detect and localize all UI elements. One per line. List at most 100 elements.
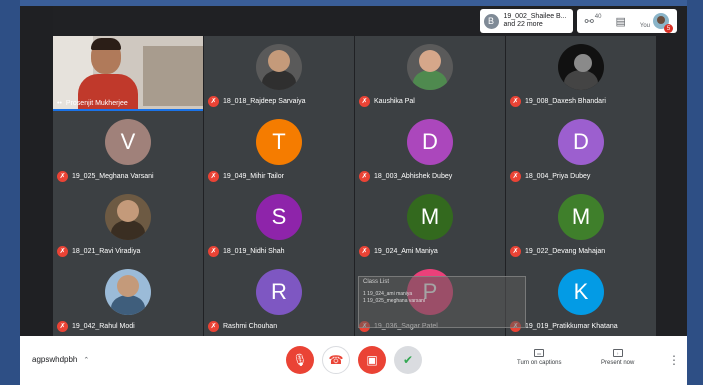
floating-class-list-window[interactable]: Class List 1 19_024_ami maniya 1 19_025_…: [358, 276, 526, 328]
mic-off-icon: ✗: [208, 171, 219, 182]
mic-off-icon: 🎙: [292, 353, 308, 367]
participant-tile[interactable]: T ✗ 19_049_Mihir Tailor: [204, 111, 355, 186]
participant-initial-avatar: R: [256, 269, 302, 315]
meeting-code: agpswhdpbh: [32, 355, 78, 364]
participant-name-row: •• Prosenjit Mukherjee: [57, 100, 128, 107]
camera-toggle-button[interactable]: ▣: [358, 346, 386, 374]
participant-initial-avatar: S: [256, 194, 302, 240]
participant-tile[interactable]: K ✗ 19_019_Pratikkumar Khatana: [506, 261, 657, 336]
photo-body: [111, 220, 145, 240]
photo-body: [111, 295, 145, 315]
participant-name: Prosenjit Mukherjee: [65, 100, 128, 107]
participant-photo: [407, 44, 453, 90]
leave-call-button[interactable]: ☎: [322, 346, 350, 374]
photo-body: [262, 70, 296, 90]
participant-name-row: ✗ 19_025_Meghana Varsani: [57, 171, 154, 182]
participant-name: 19_022_Devang Mahajan: [525, 248, 606, 255]
participant-name-row: ✗ 19_022_Devang Mahajan: [510, 246, 605, 257]
screen-left-edge: [20, 6, 53, 336]
participant-photo: [558, 44, 604, 90]
participant-tile[interactable]: ✗ 19_008_Daxesh Bhandari: [506, 36, 657, 111]
window-frame-left: [0, 0, 20, 385]
mic-off-icon: ✗: [208, 246, 219, 257]
participant-name: 19_049_Mihir Tailor: [223, 173, 284, 180]
participant-tile[interactable]: D ✗ 18_004_Priya Dubey: [506, 111, 657, 186]
people-button[interactable]: ⚯ 40: [584, 14, 602, 28]
photo-body: [564, 70, 598, 90]
mic-off-icon: ✗: [57, 321, 68, 332]
participant-name-row: ✗ Rashmi Chouhan: [208, 321, 277, 332]
mic-off-icon: ✗: [510, 246, 521, 257]
participant-tile[interactable]: R ✗ Rashmi Chouhan: [204, 261, 355, 336]
meeting-details[interactable]: agpswhdpbh ⌃: [32, 355, 89, 364]
mic-off-icon: ✗: [359, 246, 370, 257]
participant-tile[interactable]: M ✗ 19_024_Ami Maniya: [355, 186, 506, 261]
mic-toggle-button[interactable]: 🎙: [286, 346, 314, 374]
present-button[interactable]: ↑ Present now: [601, 349, 634, 366]
mic-off-icon: ✗: [510, 171, 521, 182]
participant-tile[interactable]: V ✗ 19_025_Meghana Varsani: [53, 111, 204, 186]
people-icon: ⚯: [584, 15, 594, 28]
top-bar: B 19_002_Shailee B... and 22 more ⚯ 40 ▤…: [479, 9, 677, 33]
participant-name: 19_042_Rahul Modi: [72, 323, 135, 330]
participant-name: 19_008_Daxesh Bhandari: [525, 98, 606, 105]
participant-tile[interactable]: ✗ 19_042_Rahul Modi: [53, 261, 204, 336]
participant-initial-avatar: M: [558, 194, 604, 240]
present-icon: ↑: [612, 349, 623, 357]
photo-head: [117, 275, 139, 297]
participant-name-row: ✗ 18_003_Abhishek Dubey: [359, 171, 452, 182]
participant-name: Kaushika Pal: [374, 98, 415, 105]
participant-tile[interactable]: ✗ Kaushika Pal: [355, 36, 506, 111]
participants-count: 40: [594, 14, 602, 20]
participant-tile[interactable]: ✗ 18_021_Ravi Viradiya: [53, 186, 204, 261]
participant-name-row: ✗ Kaushika Pal: [359, 96, 415, 107]
pin-icon: ••: [57, 100, 62, 107]
overlay-line: 1 19_024_ami maniya: [363, 291, 413, 297]
more-options-icon[interactable]: ⋮: [668, 353, 680, 367]
participant-name: 19_025_Meghana Varsani: [72, 173, 154, 180]
participant-tile[interactable]: M ✗ 19_022_Devang Mahajan: [506, 186, 657, 261]
participant-name: 18_018_Rajdeep Sarvaiya: [223, 98, 306, 105]
participant-name-row: ✗ 18_021_Ravi Viradiya: [57, 246, 140, 257]
participant-tile[interactable]: •• Prosenjit Mukherjee: [53, 36, 204, 111]
window-frame-right: [687, 0, 703, 385]
participant-name-row: ✗ 19_042_Rahul Modi: [57, 321, 135, 332]
participant-name: 19_024_Ami Maniya: [374, 248, 438, 255]
raise-hand-button[interactable]: ✔: [394, 346, 422, 374]
mic-off-icon: ✗: [208, 96, 219, 107]
meet-screen: B 19_002_Shailee B... and 22 more ⚯ 40 ▤…: [20, 6, 687, 385]
participant-name-row: ✗ 18_019_Nidhi Shah: [208, 246, 285, 257]
participant-name-row: ✗ 19_008_Daxesh Bhandari: [510, 96, 606, 107]
participant-initial-avatar: T: [256, 119, 302, 165]
participant-name: 18_004_Priya Dubey: [525, 173, 591, 180]
captions-button[interactable]: cc Turn on captions: [517, 349, 561, 366]
others-line2: and 22 more: [503, 21, 543, 28]
others-text: 19_002_Shailee B... and 22 more: [504, 13, 567, 29]
photo-head: [419, 50, 441, 72]
present-label: Present now: [601, 360, 635, 366]
participant-name-row: ✗ 18_018_Rajdeep Sarvaiya: [208, 96, 306, 107]
mic-off-icon: ✗: [359, 171, 370, 182]
participant-initial-avatar: M: [407, 194, 453, 240]
participant-name: 18_019_Nidhi Shah: [223, 248, 285, 255]
chat-button[interactable]: ▤: [615, 15, 625, 28]
camera-off-icon: ▣: [366, 353, 378, 367]
participant-photo: [105, 194, 151, 240]
overlay-title: Class List: [363, 279, 390, 285]
bottom-bar: agpswhdpbh ⌃ 🎙 ☎ ▣ ✔ cc Turn on captions…: [20, 336, 687, 385]
participant-tile[interactable]: D ✗ 18_003_Abhishek Dubey: [355, 111, 506, 186]
overlay-line: 1 19_025_meghana varsani: [363, 298, 425, 304]
participant-tile[interactable]: ✗ 18_018_Rajdeep Sarvaiya: [204, 36, 355, 111]
participant-name: 18_003_Abhishek Dubey: [374, 173, 453, 180]
participant-name-row: ✗ 18_004_Priya Dubey: [510, 171, 590, 182]
participant-tile[interactable]: S ✗ 18_019_Nidhi Shah: [204, 186, 355, 261]
photo-head: [268, 50, 290, 72]
mic-off-icon: ✗: [57, 171, 68, 182]
top-actions: ⚯ 40 ▤ You 5: [576, 9, 677, 33]
photo-head: [574, 54, 592, 72]
participant-name-row: ✗ 19_049_Mihir Tailor: [208, 171, 284, 182]
self-view[interactable]: You 5: [640, 13, 673, 33]
participant-initial-avatar: K: [558, 269, 604, 315]
others-chip[interactable]: B 19_002_Shailee B... and 22 more: [479, 9, 573, 33]
others-line1: 19_002_Shailee B...: [503, 13, 567, 20]
